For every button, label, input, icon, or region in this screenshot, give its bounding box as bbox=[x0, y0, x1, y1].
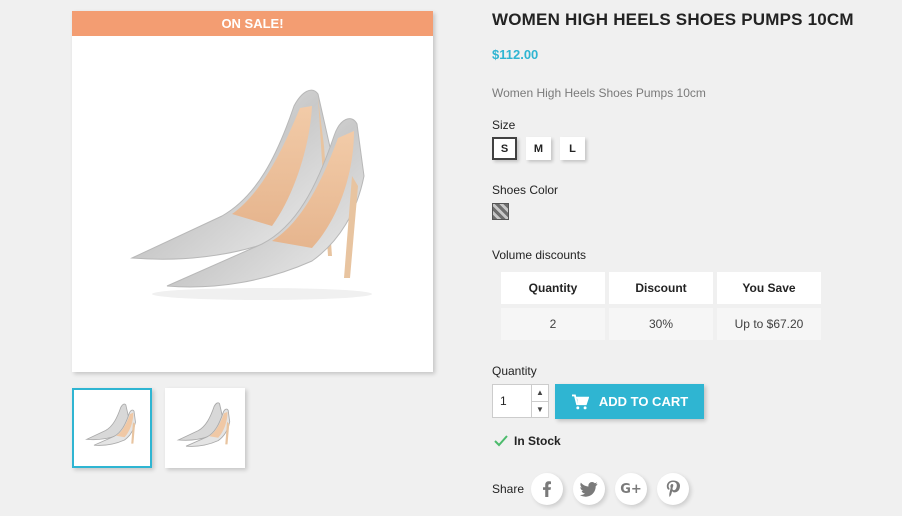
quantity-increase-button[interactable]: ▲ bbox=[532, 385, 548, 402]
color-swatch-silver[interactable] bbox=[492, 203, 509, 220]
size-option-l[interactable]: L bbox=[560, 137, 585, 160]
color-label: Shoes Color bbox=[492, 183, 559, 197]
facebook-icon bbox=[543, 481, 552, 497]
product-short-description: Women High Heels Shoes Pumps 10cm bbox=[492, 86, 706, 100]
share-twitter-button[interactable] bbox=[573, 473, 606, 505]
quantity-decrease-button[interactable]: ▼ bbox=[532, 402, 548, 418]
social-share: Share G+ bbox=[492, 473, 699, 505]
sale-flag: On sale! bbox=[72, 11, 433, 36]
cart-icon bbox=[571, 394, 589, 409]
product-gallery: On sale! bbox=[72, 11, 433, 468]
thumbnail-1[interactable] bbox=[72, 388, 152, 468]
stock-label: In Stock bbox=[514, 434, 561, 448]
thumbnail-list bbox=[72, 388, 245, 468]
quantity-spinner: ▲ ▼ bbox=[531, 385, 548, 417]
google-plus-icon: G+ bbox=[620, 481, 642, 497]
share-label: Share bbox=[492, 482, 525, 496]
header-quantity: Quantity bbox=[501, 272, 605, 304]
quantity-input[interactable] bbox=[493, 385, 531, 417]
quantity-stepper: ▲ ▼ bbox=[492, 384, 549, 418]
stock-status: In Stock bbox=[494, 434, 561, 448]
cell-quantity: 2 bbox=[501, 304, 605, 340]
table-header-row: Quantity Discount You Save bbox=[501, 272, 821, 304]
twitter-icon bbox=[580, 481, 598, 497]
shoe-thumb-icon bbox=[85, 403, 136, 446]
size-options: S M L bbox=[492, 137, 585, 160]
size-label: Size bbox=[492, 118, 516, 132]
size-option-s[interactable]: S bbox=[492, 137, 517, 160]
share-google-plus-button[interactable]: G+ bbox=[615, 473, 648, 505]
chevron-up-icon: ▲ bbox=[536, 388, 544, 398]
main-product-image[interactable]: On sale! bbox=[72, 11, 433, 372]
add-to-cart-label: Add to cart bbox=[598, 394, 689, 409]
pinterest-icon bbox=[666, 480, 681, 497]
cell-you-save: Up to $67.20 bbox=[717, 304, 821, 340]
chevron-down-icon: ▼ bbox=[536, 404, 544, 414]
cell-discount: 30% bbox=[609, 304, 713, 340]
add-to-cart-button[interactable]: Add to cart bbox=[555, 384, 704, 419]
quantity-label: Quantity bbox=[492, 364, 537, 378]
size-option-m[interactable]: M bbox=[526, 137, 551, 160]
shoe-thumb-icon bbox=[176, 402, 231, 447]
share-facebook-button[interactable] bbox=[531, 473, 564, 505]
product-title: WOMEN HIGH HEELS SHOES PUMPS 10CM bbox=[492, 10, 854, 29]
shoe-image bbox=[130, 89, 372, 300]
header-you-save: You Save bbox=[717, 272, 821, 304]
thumbnail-2[interactable] bbox=[165, 388, 245, 468]
header-discount: Discount bbox=[609, 272, 713, 304]
product-price: $112.00 bbox=[492, 47, 539, 62]
check-icon bbox=[494, 435, 508, 447]
volume-discounts-label: Volume discounts bbox=[492, 248, 587, 262]
share-pinterest-button[interactable] bbox=[657, 473, 690, 505]
table-row: 2 30% Up to $67.20 bbox=[501, 304, 821, 340]
volume-discount-table: Quantity Discount You Save 2 30% Up to $… bbox=[497, 272, 825, 340]
